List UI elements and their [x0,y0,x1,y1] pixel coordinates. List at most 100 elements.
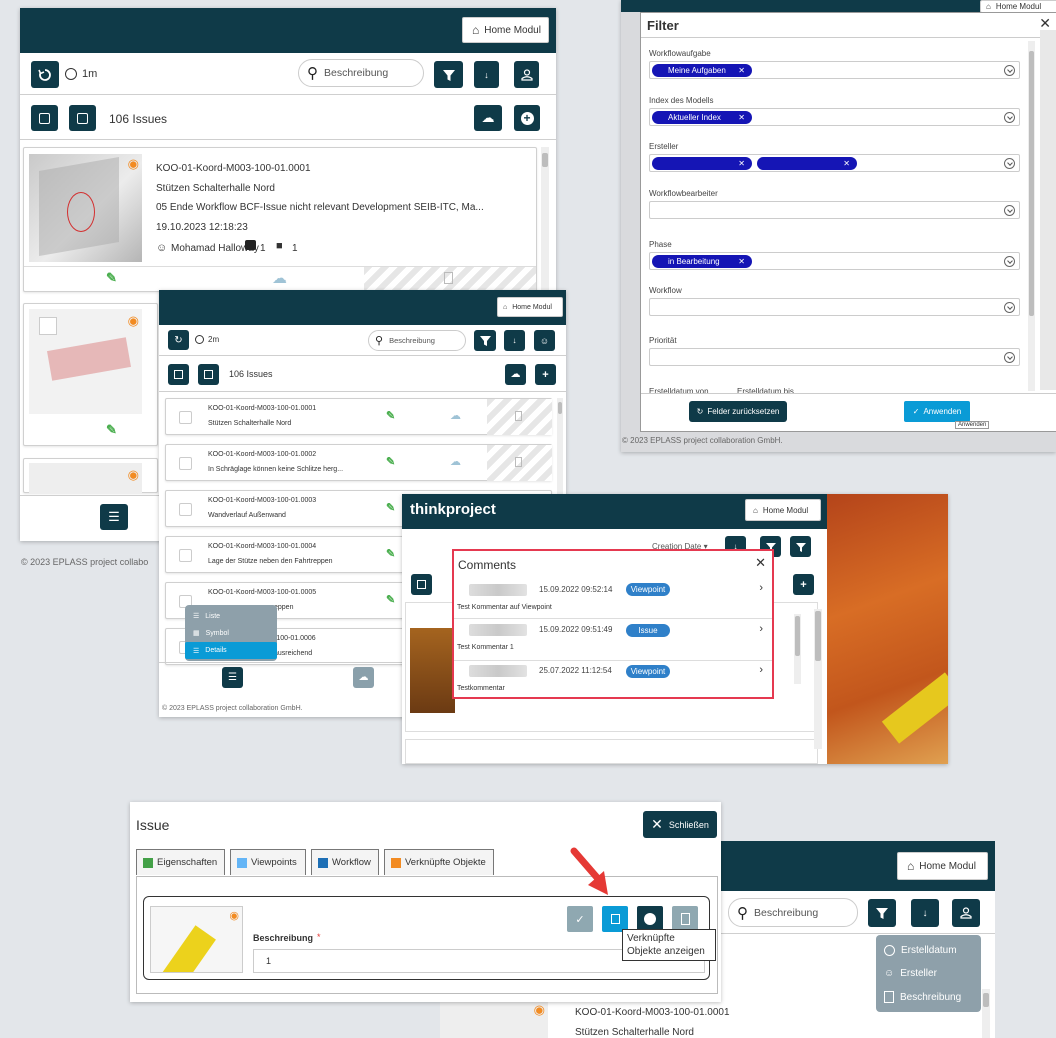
issue-card[interactable]: ◉ ✎ [23,303,158,446]
chip-remove-icon[interactable]: ✕ [738,66,745,75]
user-button[interactable] [514,61,539,88]
issue-card[interactable]: ◉ KOO-01-Koord-M003-100-01.0001 Stützen … [23,147,537,292]
filter-button-2[interactable] [790,536,811,557]
user-button[interactable]: ☺ [534,330,555,351]
chevron-down-icon[interactable] [1004,256,1015,267]
chevron-down-icon[interactable] [1004,112,1015,123]
viewpoint-thumbnail[interactable]: ◉ [150,906,243,973]
chevron-down-icon[interactable] [1004,302,1015,313]
issue-thumbnail[interactable]: ◉ [29,154,142,262]
chip-remove-icon[interactable]: ✕ [738,113,745,122]
tab-workflow[interactable]: Workflow [311,849,379,875]
view-mode-button[interactable]: ☰ [222,667,243,688]
prioritaet-field[interactable] [649,348,1020,366]
search-input[interactable]: ⚲ Beschreibung [728,898,858,927]
workflowaufgabe-field[interactable]: Meine Aufgaben ✕ [649,61,1020,79]
chevron-right-icon[interactable]: › [759,664,763,676]
list-row[interactable]: KOO-01-Koord-M003-100-01.0001 Stützen Sc… [165,398,552,435]
menu-item-details[interactable]: ☰ Details [185,642,277,659]
add-button[interactable]: + [793,574,814,595]
chip-remove-icon[interactable]: ✕ [843,159,850,168]
add-issue-button[interactable]: + [535,364,556,385]
home-modul-button[interactable]: ⌂ Home Modul [462,17,549,43]
upload-button[interactable]: ☁ [353,667,374,688]
user-button[interactable] [952,899,980,927]
filter-button[interactable] [474,330,496,351]
chevron-down-icon[interactable] [1004,352,1015,363]
download-button[interactable]: ☁ [474,105,502,131]
issue-thumbnail[interactable]: ◉ [440,999,548,1038]
row-checkbox[interactable] [179,457,192,470]
ersteller-field[interactable]: ✕ ✕ [649,154,1020,172]
close-icon[interactable]: ✕ [755,555,766,571]
delete-area[interactable] [487,445,552,481]
checkbox[interactable] [39,317,57,335]
view-mode-button[interactable]: ☰ [100,504,128,530]
chip-remove-icon[interactable]: ✕ [738,257,745,266]
search-input[interactable]: ⚲ Beschreibung [298,59,424,87]
edit-icon[interactable]: ✎ [386,593,395,606]
edit-icon[interactable]: ✎ [386,547,395,560]
home-modul-button[interactable]: ⌂ Home Modul [897,852,988,880]
comment-row[interactable]: 15.09.2022 09:51:49 Issue › Test Komment… [454,620,772,661]
comment-row[interactable]: 15.09.2022 09:52:14 Viewpoint › Test Kom… [454,579,772,619]
chevron-right-icon[interactable]: › [759,582,763,594]
edit-icon[interactable]: ✎ [386,409,395,422]
chevron-right-icon[interactable]: › [759,623,763,635]
tab-verknuepfte-objekte[interactable]: Verknüpfte Objekte [384,849,494,875]
chip-remove-icon[interactable]: ✕ [738,159,745,168]
confirm-button[interactable]: ✓ [567,906,593,932]
sort-button[interactable]: ↓ [911,899,939,927]
select-all-button[interactable] [168,364,189,385]
side-scrollbar[interactable] [814,609,822,749]
edit-icon[interactable]: ✎ [106,422,117,438]
sort-option-erstelldatum[interactable]: Erstelldatum [876,939,981,961]
row-checkbox[interactable] [179,411,192,424]
filter-chip[interactable]: in Bearbeitung ✕ [652,255,752,268]
row-checkbox[interactable] [179,549,192,562]
issue-card[interactable]: ◉ [23,458,158,494]
chevron-down-icon[interactable] [1004,158,1015,169]
filter-chip-redacted[interactable]: ✕ [652,157,752,170]
download-button[interactable]: ☁ [505,364,526,385]
select-button[interactable] [411,574,432,595]
edit-icon[interactable]: ✎ [386,455,395,468]
workflowbearbeiter-field[interactable] [649,201,1020,219]
delete-area[interactable] [364,267,536,291]
delete-area[interactable] [487,399,552,435]
menu-item-liste[interactable]: ☰ Liste [185,608,277,624]
menu-item-symbol[interactable]: ▦ Symbol [185,625,277,641]
row-checkbox[interactable] [179,503,192,516]
comment-row[interactable]: 25.07.2022 11:12:54 Viewpoint › Testkomm… [454,661,772,698]
cloud-upload-icon[interactable]: ☁ [450,409,461,422]
issue-thumbnail[interactable] [410,628,455,713]
filter-button[interactable] [868,899,896,927]
phase-field[interactable]: in Bearbeitung ✕ [649,252,1020,270]
issue-thumbnail[interactable]: ◉ [29,463,142,494]
home-modul-button[interactable]: ⌂ Home Modul [497,297,563,317]
sort-option-beschreibung[interactable]: Beschreibung [876,986,981,1008]
workflow-field[interactable] [649,298,1020,316]
tab-viewpoints[interactable]: Viewpoints [230,849,306,875]
sort-option-ersteller[interactable]: ☺ Ersteller [876,962,981,984]
filter-button[interactable] [434,61,463,88]
cloud-upload-icon[interactable]: ☁ [450,455,461,468]
close-button[interactable]: ✕ Schließen [643,811,717,838]
list-scrollbar[interactable] [794,614,801,684]
issue-thumbnail[interactable]: ◉ [29,309,142,414]
refresh-button[interactable] [31,61,59,88]
list-scrollbar[interactable] [982,989,990,1038]
index-field[interactable]: Aktueller Index ✕ [649,108,1020,126]
edit-icon[interactable]: ✎ [106,270,117,286]
chevron-down-icon[interactable] [1004,65,1015,76]
edit-icon[interactable]: ✎ [386,501,395,514]
reset-fields-button[interactable]: ↻ Felder zurücksetzen [689,401,787,422]
deselect-button[interactable] [69,105,96,131]
sort-button[interactable]: ↓ [474,61,499,88]
select-all-button[interactable] [31,105,58,131]
filter-scrollbar[interactable] [1028,41,1035,391]
deselect-button[interactable] [198,364,219,385]
list-row[interactable]: KOO-01-Koord-M003-100-01.0002 In Schrägl… [165,444,552,481]
home-modul-button[interactable]: ⌂ Home Modul [745,499,821,521]
add-issue-button[interactable]: + [514,105,540,131]
